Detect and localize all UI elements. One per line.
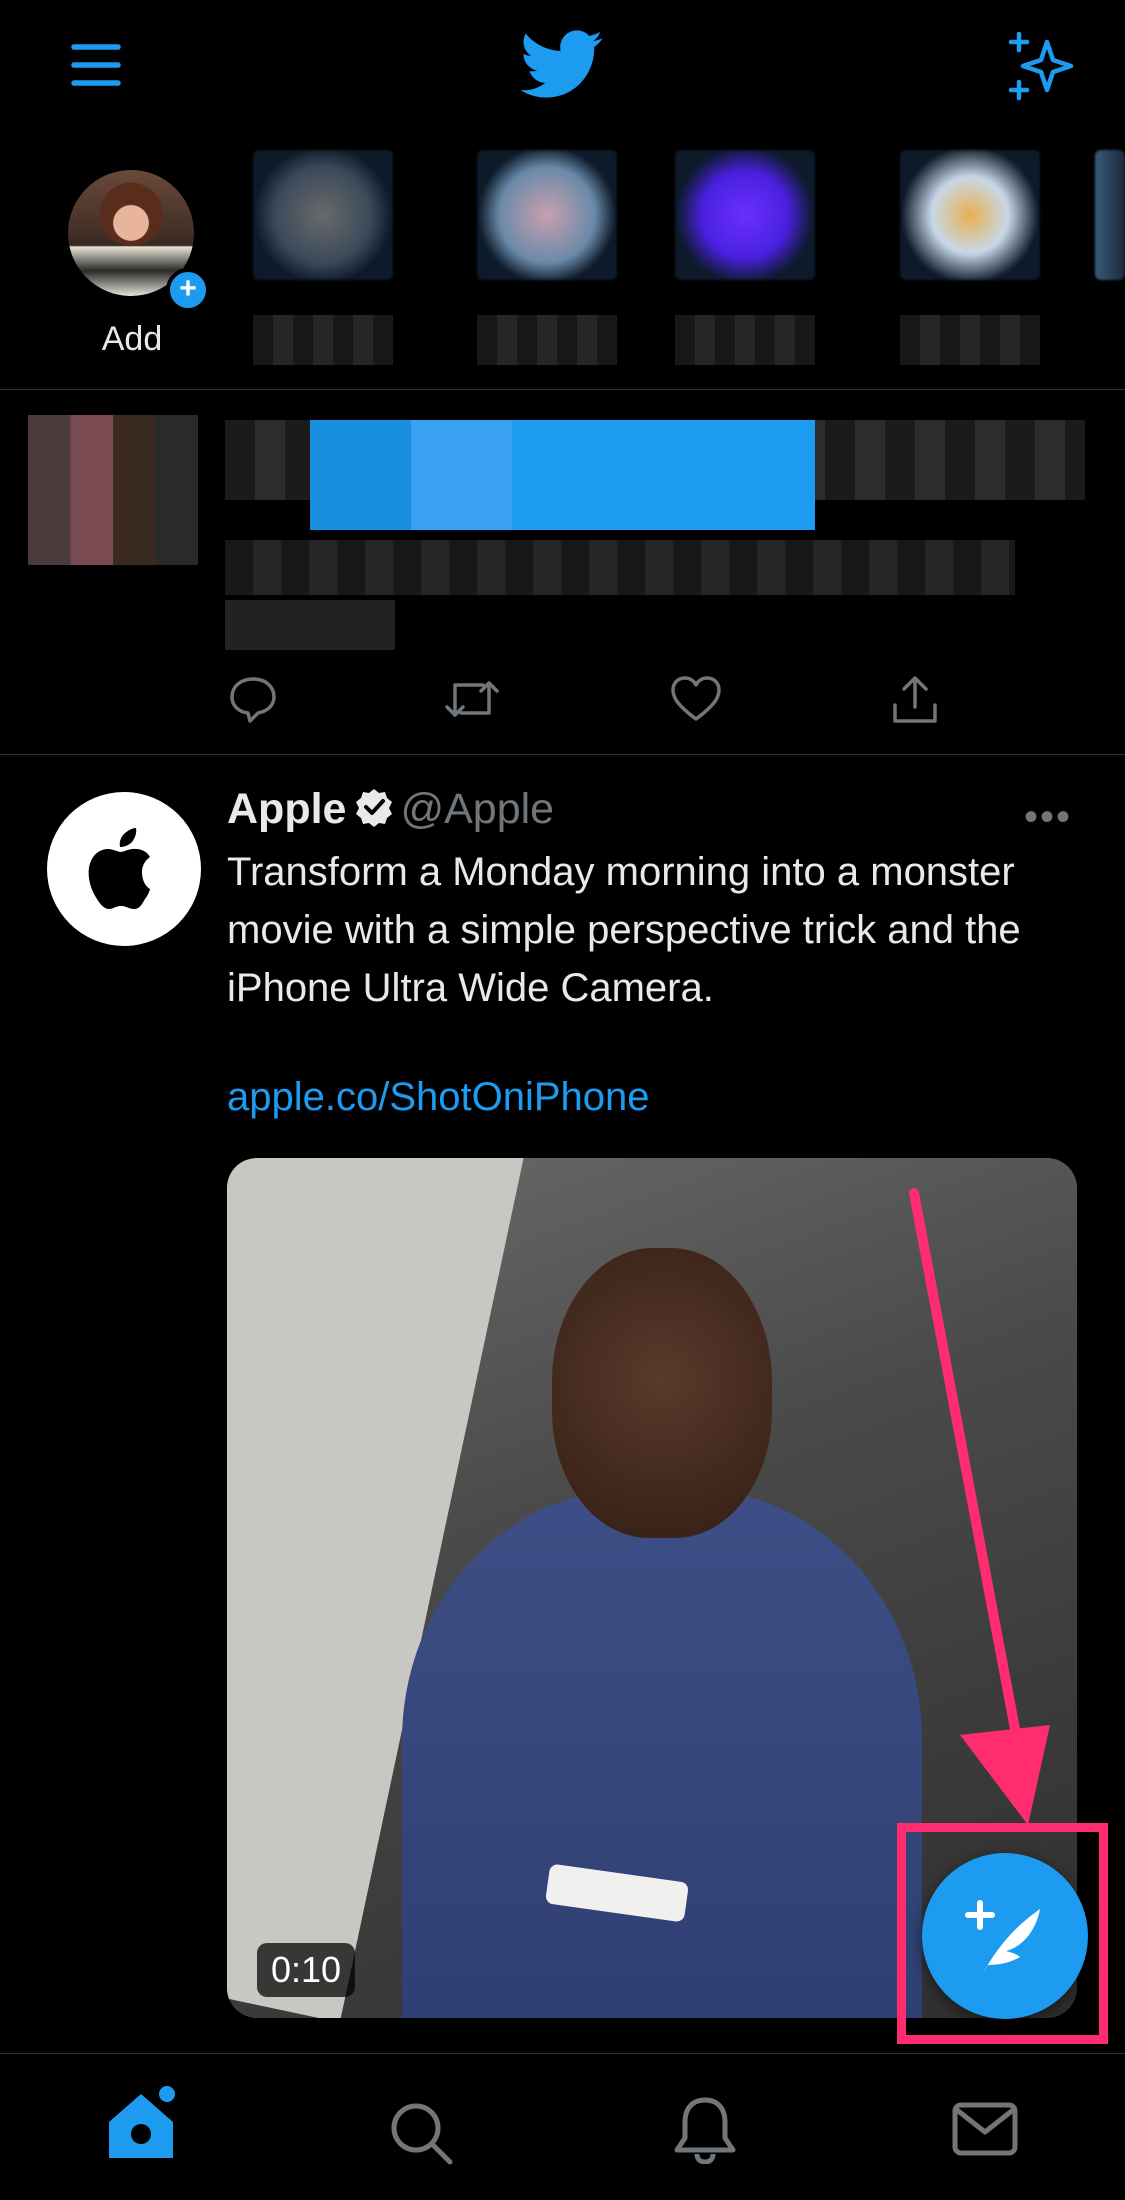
fleet-avatar (477, 150, 617, 280)
compose-tweet-icon (965, 1900, 1040, 1975)
blurred-tweet-text (225, 600, 395, 650)
share-icon[interactable] (890, 675, 940, 725)
more-options-icon[interactable]: ••• (1024, 795, 1072, 840)
avatar[interactable] (28, 415, 198, 565)
fleet-avatar (1095, 150, 1125, 280)
fleet-avatar (675, 150, 815, 280)
home-icon[interactable] (105, 2084, 181, 2164)
apple-logo-avatar[interactable] (47, 792, 201, 946)
blurred-tweet[interactable] (0, 390, 1125, 755)
blurred-tweet-link[interactable] (310, 420, 815, 530)
bottom-nav (0, 2053, 1125, 2200)
reply-icon[interactable] (228, 675, 278, 723)
tweet-text: Transform a Monday morning into a monste… (227, 850, 1021, 1010)
fleet-name (675, 315, 815, 365)
plus-icon[interactable]: + (166, 268, 210, 312)
fleet-name (253, 315, 393, 365)
compose-tweet-button[interactable] (922, 1853, 1088, 2019)
author-name[interactable]: Apple (227, 785, 346, 833)
tweet-link[interactable]: apple.co/ShotOniPhone (227, 1075, 650, 1120)
top-bar (0, 0, 1125, 140)
messages-icon[interactable] (952, 2102, 1018, 2156)
annotation-arrow-icon (900, 1185, 1070, 1835)
fleet-name (477, 315, 617, 365)
sparkle-icon[interactable] (1005, 32, 1077, 102)
author-handle[interactable]: @Apple (400, 785, 554, 833)
search-icon[interactable] (388, 2100, 454, 2166)
fleet-name (900, 315, 1040, 365)
fleet-avatar (253, 150, 393, 280)
like-icon[interactable] (670, 675, 722, 723)
twitter-bird-icon[interactable] (520, 30, 604, 100)
retweet-icon[interactable] (443, 675, 501, 723)
blurred-tweet-text (225, 540, 1015, 595)
tweet-header: Apple @Apple (227, 785, 554, 834)
video-frame-face (552, 1248, 772, 1538)
notifications-icon[interactable] (673, 2094, 737, 2164)
verified-badge-icon (354, 787, 394, 827)
video-frame-person (402, 1488, 922, 2018)
fleet-add-label: Add (101, 320, 163, 358)
fleet-self[interactable]: + Add (62, 170, 210, 370)
fleet-avatar (900, 150, 1040, 280)
video-duration: 0:10 (257, 1943, 356, 1997)
fleets-row: + Add (0, 140, 1125, 390)
hamburger-menu-icon[interactable] (70, 42, 122, 88)
